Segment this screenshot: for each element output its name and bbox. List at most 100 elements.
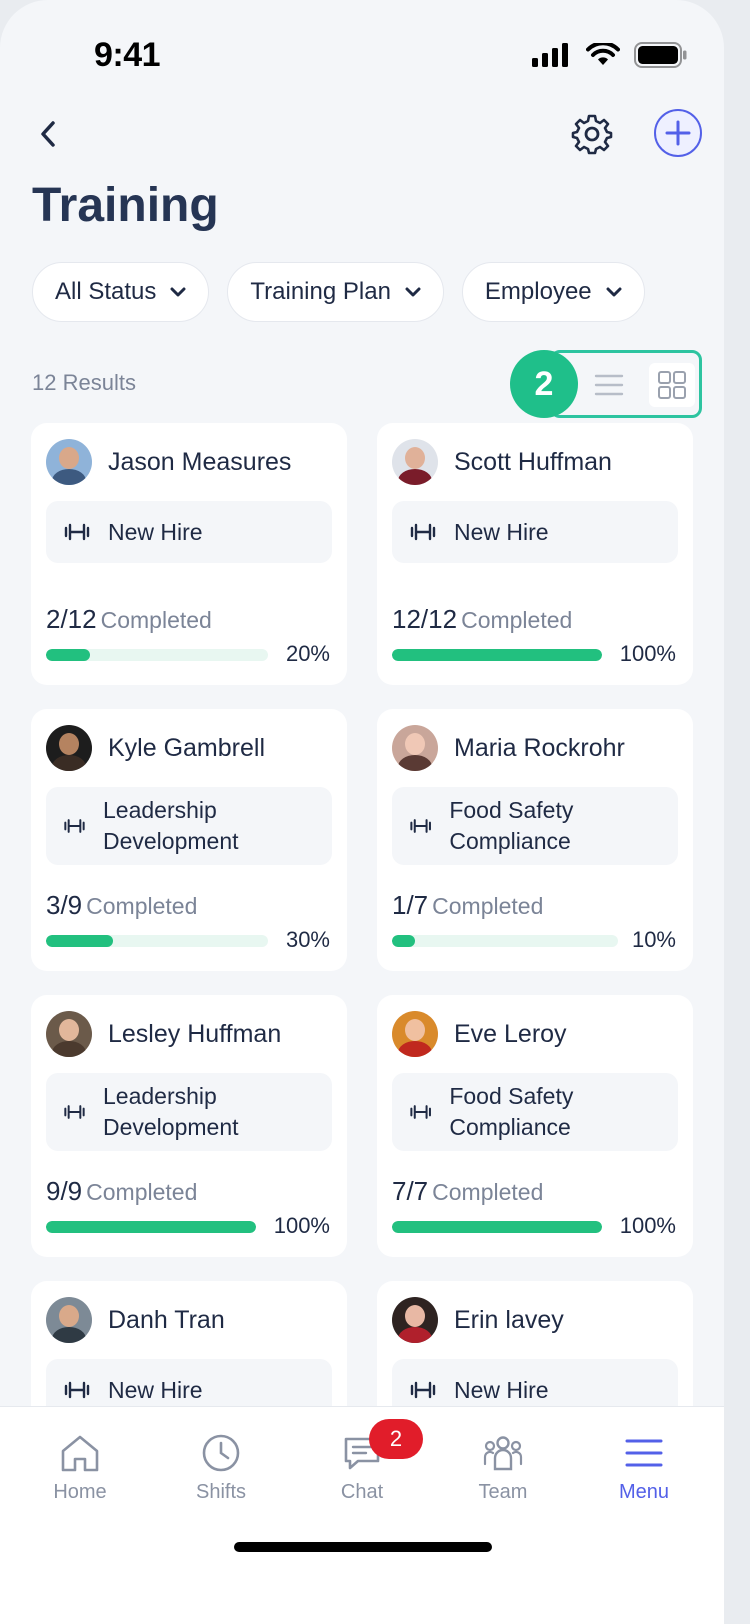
training-card[interactable]: Lesley Huffman Leadership Development 9/…: [31, 995, 347, 1257]
progress-fraction: 9/9: [46, 1176, 83, 1206]
filter-employee-dropdown[interactable]: Employee: [461, 262, 645, 322]
tab-home[interactable]: Home: [25, 1431, 135, 1504]
status-time: 9:41: [94, 36, 161, 74]
training-card[interactable]: Jason Measures New Hire 2/12 Completed 20…: [31, 423, 347, 685]
grid-icon: [658, 371, 686, 399]
list-view-button[interactable]: [589, 367, 629, 403]
progress-bar: [392, 649, 602, 661]
avatar: [46, 1297, 92, 1343]
page-title: Training: [32, 179, 219, 232]
signal-icon: [532, 43, 568, 67]
progress-percent: 30%: [285, 927, 330, 952]
grid-view-button[interactable]: [649, 363, 695, 407]
progress-count: 9/9 Completed: [46, 1176, 197, 1207]
chevron-left-icon: [41, 121, 55, 147]
training-plan-label: Leadership Development: [102, 797, 239, 854]
chevron-down-icon: [606, 287, 622, 297]
employee-name: Kyle Gambrell: [108, 733, 265, 762]
tab-label: Shifts: [195, 1481, 247, 1503]
filter-bar: All Status Training Plan Employee: [32, 262, 645, 322]
dumbbell-icon: [410, 1381, 436, 1399]
training-plan-tag: New Hire: [392, 501, 678, 563]
completed-label: Completed: [432, 893, 544, 919]
progress-fill: [46, 1221, 256, 1233]
progress-bar: [392, 935, 618, 947]
employee-name: Scott Huffman: [454, 447, 612, 476]
training-card[interactable]: Eve Leroy Food Safety Compliance 7/7 Comp…: [377, 995, 693, 1257]
training-plan-tag: Food Safety Compliance: [392, 787, 678, 865]
dumbbell-icon: [64, 819, 85, 833]
training-plan-label: New Hire: [108, 518, 203, 545]
avatar: [392, 1011, 438, 1057]
dumbbell-icon: [64, 1105, 85, 1119]
step-badge: 2: [510, 350, 578, 418]
tab-label: Team: [478, 1481, 528, 1503]
add-button[interactable]: [654, 109, 702, 157]
employee-name: Maria Rockrohr: [454, 733, 625, 762]
employee-name: Jason Measures: [108, 447, 292, 476]
training-plan-label: New Hire: [454, 518, 549, 545]
tab-label: Menu: [618, 1481, 670, 1503]
tab-team[interactable]: Team: [448, 1431, 558, 1504]
progress-count: 7/7 Completed: [392, 1176, 543, 1207]
progress-fraction: 1/7: [392, 890, 429, 920]
dumbbell-icon: [410, 819, 431, 833]
home-icon: [61, 1435, 99, 1472]
plus-icon: [665, 120, 691, 146]
tab-chat[interactable]: Chat 2: [307, 1419, 423, 1504]
tab-menu[interactable]: Menu: [589, 1431, 699, 1504]
dumbbell-icon: [64, 523, 90, 541]
avatar: [46, 1011, 92, 1057]
training-plan-label: Food Safety Compliance: [449, 797, 574, 854]
gear-icon: [571, 114, 613, 155]
tab-label: Chat: [340, 1481, 384, 1503]
training-card[interactable]: Scott Huffman New Hire 12/12 Completed 10…: [377, 423, 693, 685]
training-plan-label: Leadership Development: [102, 1083, 239, 1140]
filter-label: All Status: [55, 278, 157, 305]
avatar: [46, 439, 92, 485]
training-plan-tag: Leadership Development: [46, 787, 332, 865]
avatar: [46, 725, 92, 771]
menu-icon: [625, 1439, 663, 1467]
completed-label: Completed: [432, 1179, 544, 1205]
progress-percent: 20%: [285, 641, 330, 666]
training-card[interactable]: Kyle Gambrell Leadership Development 3/9…: [31, 709, 347, 971]
progress-percent: 10%: [631, 927, 676, 952]
progress-fill: [46, 649, 91, 661]
team-icon: [483, 1436, 523, 1471]
progress-count: 1/7 Completed: [392, 890, 543, 921]
progress-fraction: 12/12: [392, 604, 458, 634]
training-card[interactable]: Maria Rockrohr Food Safety Compliance 1/…: [377, 709, 693, 971]
training-card-grid: Jason Measures New Hire 2/12 Completed 20…: [31, 423, 693, 1543]
training-screen: 9:41 Training All Status Training Plan E…: [0, 0, 724, 1624]
status-bar: 9:41: [0, 0, 724, 110]
progress-fill: [392, 1221, 602, 1233]
progress-fill: [392, 935, 415, 947]
completed-label: Completed: [461, 607, 573, 633]
settings-button[interactable]: [568, 110, 616, 158]
training-plan-label: Food Safety Compliance: [449, 1083, 574, 1140]
completed-label: Completed: [86, 1179, 198, 1205]
progress-percent: 100%: [619, 641, 676, 666]
back-button[interactable]: [28, 112, 68, 156]
filter-training-plan-dropdown[interactable]: Training Plan: [227, 262, 444, 322]
battery-icon: [634, 42, 687, 68]
bottom-tab-bar: Home Shifts Chat 2 Team Menu: [0, 1406, 724, 1624]
status-icons: [532, 42, 688, 68]
training-plan-tag: Food Safety Compliance: [392, 1073, 678, 1151]
list-icon: [594, 374, 624, 396]
dumbbell-icon: [64, 1381, 90, 1399]
filter-status-dropdown[interactable]: All Status: [32, 262, 210, 322]
progress-count: 2/12 Completed: [46, 604, 212, 635]
progress-fill: [392, 649, 602, 661]
chevron-down-icon: [405, 287, 421, 297]
tab-shifts[interactable]: Shifts: [166, 1431, 276, 1504]
filter-label: Employee: [484, 278, 592, 305]
home-indicator: [234, 1542, 492, 1552]
employee-name: Erin lavey: [454, 1305, 564, 1334]
chevron-down-icon: [170, 287, 186, 297]
progress-percent: 100%: [619, 1213, 676, 1238]
progress-percent: 100%: [273, 1213, 330, 1238]
progress-fraction: 7/7: [392, 1176, 429, 1206]
completed-label: Completed: [100, 607, 212, 633]
